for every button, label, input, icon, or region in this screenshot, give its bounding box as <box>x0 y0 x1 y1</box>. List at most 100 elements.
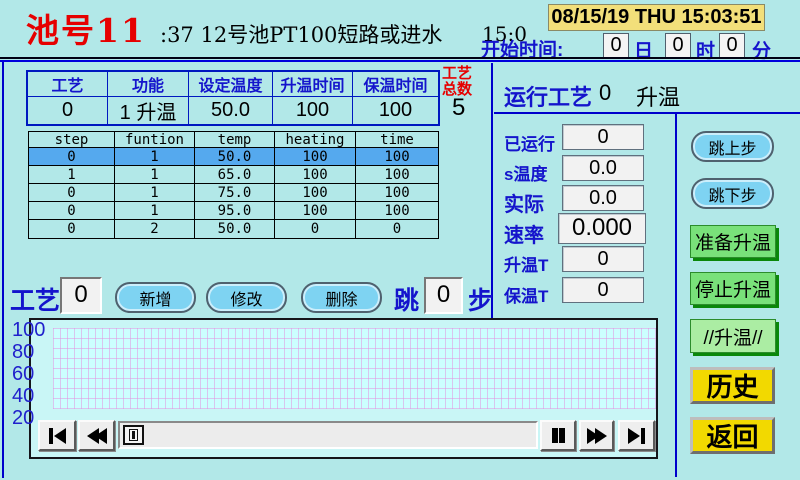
trend-scrollbar-track[interactable] <box>118 421 538 449</box>
heat-time-value: 100 <box>273 97 353 124</box>
delete-button[interactable]: 删除 <box>301 282 382 313</box>
cell-funtion: 1 <box>115 148 195 165</box>
y-tick-label: 80 <box>12 342 34 362</box>
set-temp-value: 50.0 <box>189 97 273 124</box>
cell-time: 100 <box>356 148 438 165</box>
run-process-label: 运行工艺 <box>504 80 592 112</box>
actual-temp-label: 实际 <box>504 188 544 217</box>
y-tick-label: 20 <box>12 408 34 428</box>
modify-button[interactable]: 修改 <box>206 282 287 313</box>
slider-handle[interactable] <box>123 425 144 445</box>
cell-step: 1 <box>29 166 115 183</box>
cell-funtion: 1 <box>115 202 195 219</box>
add-button[interactable]: 新增 <box>115 282 196 313</box>
process-table-value-row[interactable]: 0 1 升温 50.0 100 100 <box>28 97 438 124</box>
fast-forward-icon <box>587 428 607 444</box>
col-header-set-temp: 设定温度 <box>189 72 273 97</box>
step-backward-icon <box>49 428 66 444</box>
trend-chart <box>29 318 658 459</box>
start-minute-input[interactable]: 0 <box>719 33 745 58</box>
jump-step-input[interactable]: 0 <box>424 277 463 314</box>
cell-time: 0 <box>356 220 438 238</box>
process-value: 0 <box>28 97 108 124</box>
step-forward-icon <box>628 428 645 444</box>
run-process-value: 0 <box>599 80 611 106</box>
page-title: 池号11 <box>26 4 146 52</box>
process-total-value: 5 <box>452 94 465 122</box>
cell-temp: 75.0 <box>195 184 275 201</box>
table-row[interactable]: 1 1 65.0 100 100 <box>29 166 438 184</box>
alarm-marquee: :37 12号池PT100短路或进水 <box>160 19 442 49</box>
heating-status-button[interactable]: //升温// <box>690 319 776 353</box>
y-tick-label: 100 <box>12 320 45 340</box>
cell-heating: 100 <box>275 148 356 165</box>
table-row[interactable]: 0 2 50.0 0 0 <box>29 220 438 238</box>
cell-step: 0 <box>29 220 115 238</box>
col-header-process: 工艺 <box>28 72 108 97</box>
cell-temp: 50.0 <box>195 220 275 238</box>
hmi-screen: { "colors": { "background": "#b2e8e8", "… <box>0 0 800 480</box>
col-header-heat-time: 升温时间 <box>273 72 353 97</box>
chart-grid-area <box>53 328 656 409</box>
left-edge-divider <box>2 62 4 478</box>
process-summary-table: 工艺 功能 设定温度 升温时间 保温时间 0 1 升温 50.0 100 100 <box>26 70 440 126</box>
cell-step: 0 <box>29 202 115 219</box>
rate-label: 速率 <box>504 219 544 248</box>
process-number-input[interactable]: 0 <box>60 277 102 314</box>
y-tick-label: 60 <box>12 364 34 384</box>
col-header-hold-time: 保温时间 <box>353 72 438 97</box>
function-value: 1 升温 <box>108 97 189 124</box>
cell-heating: 100 <box>275 166 356 183</box>
fast-forward-button[interactable] <box>579 420 614 451</box>
cell-time: 100 <box>356 184 438 201</box>
col-header-step: step <box>29 132 115 148</box>
jump-unit-label: 步 <box>468 281 493 317</box>
history-button[interactable]: 历史 <box>690 367 775 404</box>
fast-backward-icon <box>87 428 107 444</box>
pause-icon <box>552 428 565 443</box>
cell-temp: 65.0 <box>195 166 275 183</box>
col-header-function: 功能 <box>108 72 189 97</box>
jump-label: 跳 <box>394 281 419 317</box>
cell-time: 100 <box>356 166 438 183</box>
pause-button[interactable] <box>540 420 576 451</box>
start-day-input[interactable]: 0 <box>603 33 629 58</box>
jump-down-step-button[interactable]: 跳下步 <box>691 178 774 209</box>
cell-heating: 100 <box>275 184 356 201</box>
hold-time-value-box: 0 <box>562 277 644 303</box>
first-frame-button[interactable] <box>38 420 76 451</box>
cell-funtion: 1 <box>115 184 195 201</box>
hold-time-label: 保温T <box>504 282 548 307</box>
run-panel-divider <box>494 112 800 114</box>
elapsed-label: 已运行 <box>504 130 555 155</box>
rate-value-box: 0.000 <box>558 213 646 244</box>
y-tick-label: 40 <box>12 386 34 406</box>
heat-time-label: 升温T <box>504 251 548 276</box>
table-row[interactable]: 0 1 50.0 100 100 <box>29 148 438 166</box>
cell-funtion: 1 <box>115 166 195 183</box>
cell-step: 0 <box>29 148 115 165</box>
right-column-divider <box>675 114 677 477</box>
prepare-heating-button[interactable]: 准备升温 <box>690 225 776 258</box>
header-divider-blue <box>0 60 800 62</box>
col-header-time: time <box>356 132 438 148</box>
rewind-button[interactable] <box>78 420 115 451</box>
process-table-header-row: 工艺 功能 设定温度 升温时间 保温时间 <box>28 72 438 97</box>
cell-heating: 0 <box>275 220 356 238</box>
back-button[interactable]: 返回 <box>690 417 775 454</box>
table-row[interactable]: 0 1 75.0 100 100 <box>29 184 438 202</box>
jump-up-step-button[interactable]: 跳上步 <box>691 131 774 162</box>
last-frame-button[interactable] <box>618 420 655 451</box>
step-table-header-row: step funtion temp heating time <box>29 132 438 148</box>
cell-time: 100 <box>356 202 438 219</box>
elapsed-value-box: 0 <box>562 124 644 150</box>
stop-heating-button[interactable]: 停止升温 <box>690 272 776 305</box>
set-temp-label: s温度 <box>504 160 547 185</box>
table-row[interactable]: 0 1 95.0 100 100 <box>29 202 438 220</box>
cell-temp: 95.0 <box>195 202 275 219</box>
set-temp-value-box: 0.0 <box>562 155 644 181</box>
step-table: step funtion temp heating time 0 1 50.0 … <box>28 131 439 239</box>
start-hour-input[interactable]: 0 <box>665 33 691 58</box>
run-mode-value: 升温 <box>636 80 680 112</box>
heat-time-value-box: 0 <box>562 246 644 272</box>
